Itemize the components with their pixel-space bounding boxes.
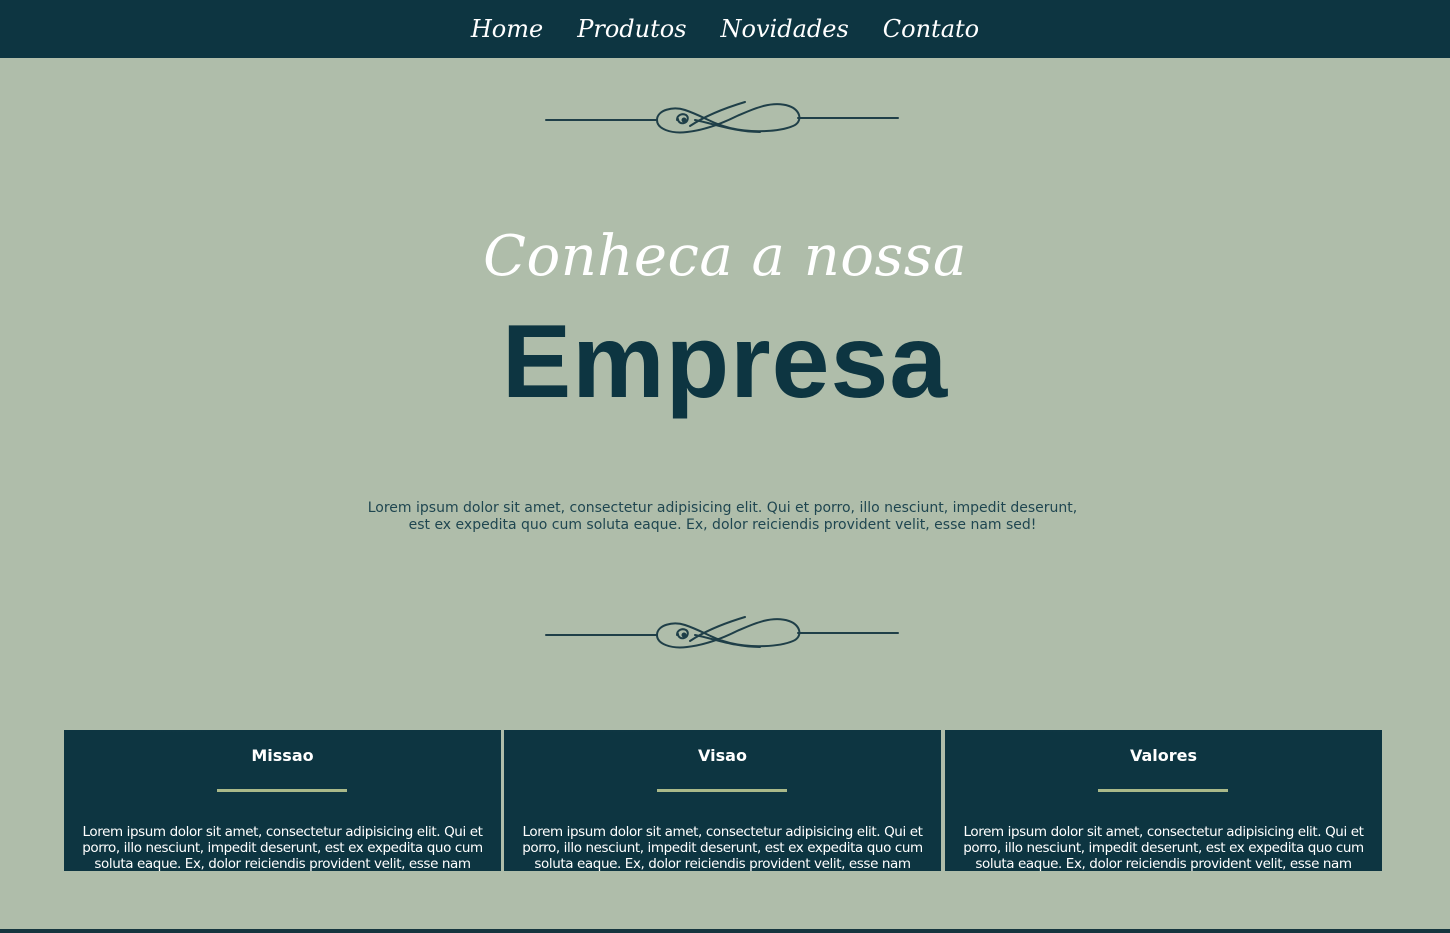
hero-title: Empresa (501, 304, 949, 420)
card-title: Valores (1129, 746, 1198, 765)
card-divider (217, 789, 347, 792)
nav-item-novidades[interactable]: Novidades (721, 17, 849, 41)
card-text: Lorem ipsum dolor sit amet, consectetur … (82, 823, 483, 872)
card-text: Lorem ipsum dolor sit amet, consectetur … (963, 823, 1364, 872)
next-section-edge (0, 929, 1450, 933)
card-valores: Valores Lorem ipsum dolor sit amet, cons… (945, 730, 1382, 871)
card-divider (657, 789, 787, 792)
nav-item-produtos[interactable]: Produtos (577, 17, 686, 41)
info-cards: Missao Lorem ipsum dolor sit amet, conse… (64, 730, 1382, 871)
card-text: Lorem ipsum dolor sit amet, consectetur … (522, 823, 923, 872)
nav-item-contato[interactable]: Contato (883, 17, 979, 41)
hero-description: Lorem ipsum dolor sit amet, consectetur … (367, 500, 1078, 533)
flourish-divider-icon (545, 616, 899, 649)
card-title: Missao (251, 746, 314, 765)
card-visao: Visao Lorem ipsum dolor sit amet, consec… (504, 730, 941, 871)
flourish-divider-icon (545, 101, 899, 134)
hero-kicker: Conheca a nossa (483, 224, 967, 289)
card-missao: Missao Lorem ipsum dolor sit amet, conse… (64, 730, 501, 871)
top-navigation: Home Produtos Novidades Contato (0, 0, 1450, 58)
card-title: Visao (698, 746, 747, 765)
card-divider (1098, 789, 1228, 792)
nav-item-home[interactable]: Home (471, 17, 543, 41)
